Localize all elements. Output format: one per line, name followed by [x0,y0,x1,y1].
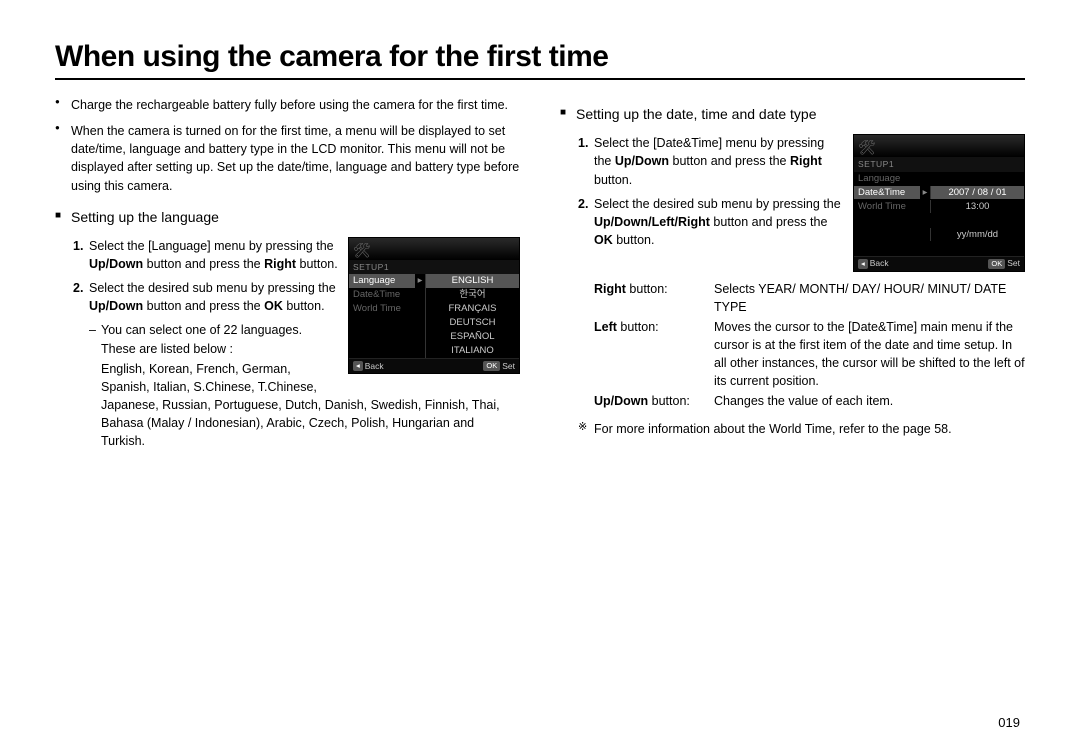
bold-right: Right [790,154,822,168]
lcd-back-label: Back [365,360,384,372]
bold-updown: Up/Down [89,257,143,271]
def-value: Changes the value of each item. [714,392,1025,410]
worldtime-footnote: For more information about the World Tim… [560,420,1025,438]
subheading-language: Setting up the language [55,207,520,227]
def-label-suffix: button: [626,282,668,296]
bold-ok: OK [264,299,283,313]
intro-list: Charge the rechargeable battery fully be… [55,96,520,195]
button-def-left: Left button: Moves the cursor to the [Da… [560,318,1025,391]
def-label-suffix: button: [617,320,659,334]
step-text: button. [283,299,325,313]
subheading-datetime: Setting up the date, time and date type [560,104,1025,124]
back-key-icon: ◂ [858,259,868,269]
bold-udlr: Up/Down/Left/Right [594,215,710,229]
step-text: button and press the [143,299,264,313]
bold-updown: Up/Down [89,299,143,313]
step-text: Select the [Language] menu by pressing t… [89,239,334,253]
step-1: 1. Select the [Language] menu by pressin… [73,237,520,273]
right-column: Setting up the date, time and date type … [560,96,1025,450]
ok-key-icon: OK [988,259,1005,269]
content-columns: Charge the rechargeable battery fully be… [55,96,1025,450]
step-text: button and press the [710,215,827,229]
step-text: Select the desired sub menu by pressing … [89,281,336,295]
left-column: Charge the rechargeable battery fully be… [55,96,520,450]
bold-ok: OK [594,233,613,247]
lcd-back-label: Back [870,257,889,269]
bold-updown: Up/Down [615,154,669,168]
def-label-bold: Right [594,282,626,296]
lcd-set-label: Set [502,360,515,372]
button-def-updown: Up/Down button: Changes the value of eac… [560,392,1025,410]
step-text: button. [613,233,655,247]
step-text: Select the desired sub menu by pressing … [594,197,841,211]
bold-right: Right [264,257,296,271]
intro-item-2: When the camera is turned on for the fir… [55,122,520,195]
language-notes: You can select one of 22 languages. Thes… [55,321,520,450]
intro-item-1: Charge the rechargeable battery fully be… [55,96,520,114]
note-lang-count: You can select one of 22 languages. Thes… [89,321,520,357]
button-def-right: Right button: Selects YEAR/ MONTH/ DAY/ … [560,280,1025,316]
step-text: button. [296,257,338,271]
step-2: 2. Select the desired sub menu by pressi… [578,195,1025,249]
page-number: 019 [998,715,1020,730]
ok-key-icon: OK [483,361,500,371]
step-text: button and press the [143,257,264,271]
page-title: When using the camera for the first time [55,40,1025,80]
step-1: 1. Select the [Date&Time] menu by pressi… [578,134,1025,188]
def-label-bold: Left [594,320,617,334]
step-text: button and press the [669,154,790,168]
step-2: 2. Select the desired sub menu by pressi… [73,279,520,315]
def-value: Moves the cursor to the [Date&Time] main… [714,318,1025,391]
def-label-bold: Up/Down [594,394,648,408]
manual-page: When using the camera for the first time… [0,0,1080,752]
def-label-suffix: button: [648,394,690,408]
back-key-icon: ◂ [353,361,363,371]
step-text: button. [594,173,632,187]
lcd-set-label: Set [1007,257,1020,269]
def-value: Selects YEAR/ MONTH/ DAY/ HOUR/ MINUT/ D… [714,280,1025,316]
